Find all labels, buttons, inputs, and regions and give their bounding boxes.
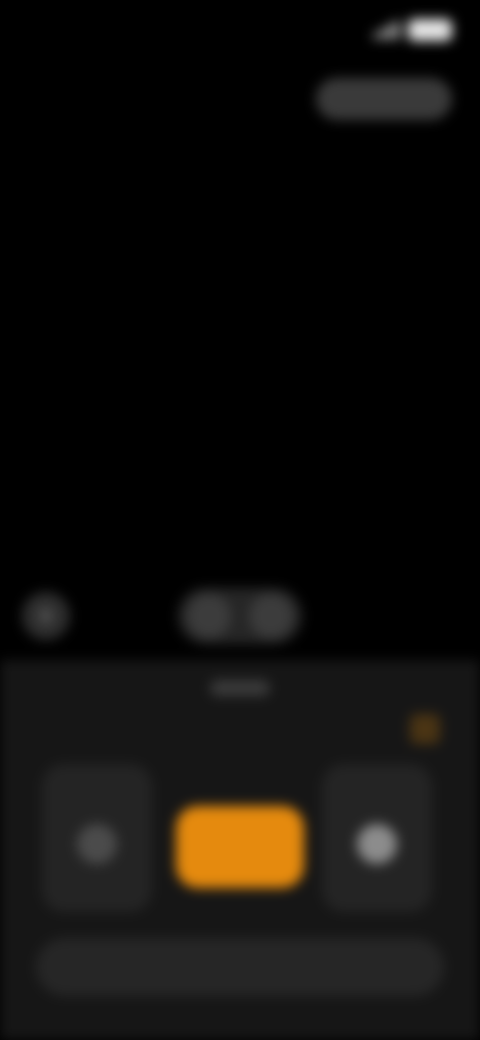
action-bar-button[interactable] [36,938,444,996]
flash-icon [39,605,53,627]
bottom-control-panel [0,660,480,1040]
zoom-option[interactable] [187,594,231,638]
status-icons [374,16,452,44]
capture-button[interactable] [176,806,304,888]
mode-card-right[interactable] [322,764,432,912]
status-bar [0,0,480,60]
mode-card-knob [357,824,397,864]
mode-card-label [332,778,422,798]
camera-screen [0,0,480,1040]
battery-icon [408,19,452,41]
settings-icon[interactable] [410,714,440,744]
mode-card-left[interactable] [42,764,152,912]
mode-card-label [52,778,142,798]
action-bar-label [126,956,354,978]
top-chip-button[interactable] [316,78,452,120]
status-time [30,14,120,44]
capture-label [196,772,284,794]
flash-button[interactable] [22,592,70,640]
mode-card-knob [77,824,117,864]
zoom-option[interactable] [249,594,293,638]
zoom-selector [178,588,302,644]
signal-icon [374,21,400,39]
panel-handle[interactable] [210,680,270,696]
